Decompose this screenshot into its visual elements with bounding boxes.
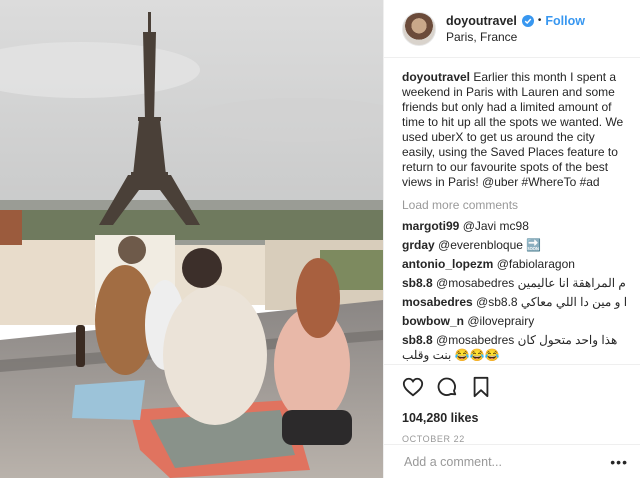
comment-username[interactable]: sb8.8 [402, 333, 433, 347]
instagram-post: doyoutravel • Follow Paris, France doyou… [0, 0, 640, 478]
post-actions: 104,280 likes OCTOBER 22 [384, 364, 640, 444]
comment-item: grday @everenbloque 🔜 [402, 238, 626, 253]
caption: doyoutravel Earlier this month I spent a… [402, 70, 626, 190]
post-side-panel: doyoutravel • Follow Paris, France doyou… [383, 0, 640, 478]
comments-section: doyoutravel Earlier this month I spent a… [384, 58, 640, 363]
post-header: doyoutravel • Follow Paris, France [384, 0, 640, 58]
follow-button[interactable]: Follow [545, 13, 585, 29]
bookmark-icon[interactable] [470, 376, 492, 398]
comment-item: bowbow_n @iloveprairy [402, 314, 626, 329]
separator-dot: • [537, 14, 542, 26]
comment-item: sb8.8 @mosabedres ايام المراهقة انا عالي… [402, 276, 626, 291]
comment-username[interactable]: margoti99 [402, 219, 459, 233]
comment-text: @everenbloque 🔜 [438, 238, 542, 252]
comment-item: antonio_lopezm @fabiolaragon [402, 257, 626, 272]
caption-username[interactable]: doyoutravel [402, 70, 470, 84]
comment-username[interactable]: grday [402, 238, 435, 252]
comment-item: margoti99 @Javi mc98 [402, 219, 626, 234]
comment-text: @fabiolaragon [496, 257, 575, 271]
add-comment-input[interactable] [402, 453, 611, 470]
caption-text: Earlier this month I spent a weekend in … [402, 70, 624, 189]
comment-bubble-icon[interactable] [436, 376, 458, 398]
paris-rooftop-photo [0, 0, 383, 478]
comment-text: @iloveprairy [467, 314, 535, 328]
comment-username[interactable]: sb8.8 [402, 276, 433, 290]
likes-count[interactable]: 104,280 likes [402, 411, 628, 425]
more-options-icon[interactable]: ••• [610, 454, 628, 470]
avatar[interactable] [402, 11, 436, 46]
comment-text: @Javi mc98 [462, 219, 529, 233]
load-more-comments-button[interactable]: Load more comments [402, 198, 626, 213]
comment-text: @mosabedres ايام المراهقة انا عاليمين [436, 276, 626, 290]
comment-item: mosabedres @sb8.8 اهاا و مين دا اللي معا… [402, 295, 626, 310]
post-photo[interactable] [0, 0, 383, 478]
verified-badge-icon [521, 14, 534, 27]
add-comment-bar: ••• [384, 444, 640, 478]
comment-item: sb8.8 @mosabedres هذا واحد متحول كان بنت… [402, 333, 626, 363]
location-link[interactable]: Paris, France [446, 29, 585, 45]
comment-text: @mosabedres هذا واحد متحول كان بنت وقلب … [402, 333, 618, 362]
post-date[interactable]: OCTOBER 22 [402, 434, 628, 444]
comment-username[interactable]: mosabedres [402, 295, 473, 309]
comment-text: @sb8.8 اهاا و مين دا اللي معاكي . [476, 295, 626, 309]
comment-username[interactable]: bowbow_n [402, 314, 464, 328]
header-username[interactable]: doyoutravel [446, 13, 517, 29]
heart-icon[interactable] [402, 376, 424, 398]
comment-username[interactable]: antonio_lopezm [402, 257, 493, 271]
